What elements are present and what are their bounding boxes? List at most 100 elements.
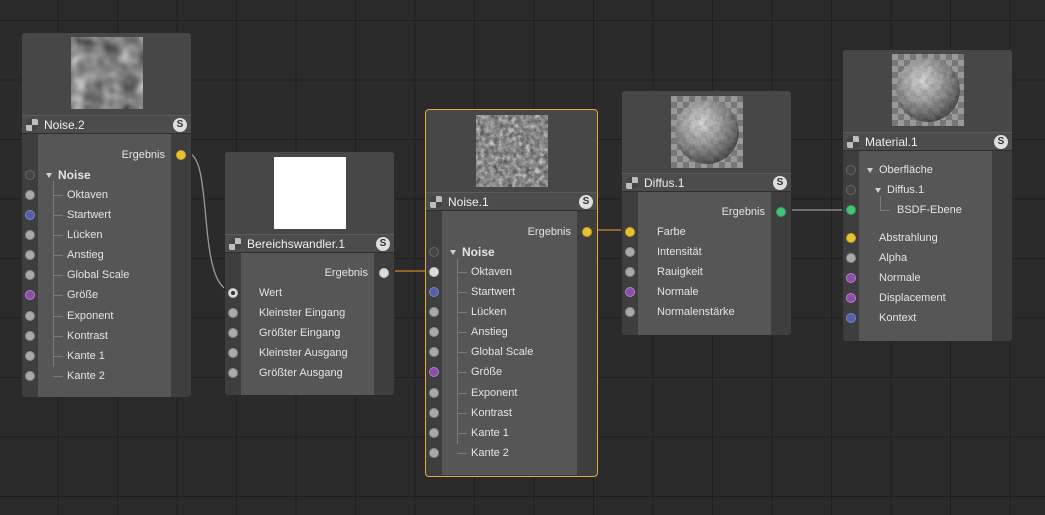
group-port[interactable]	[25, 170, 35, 180]
input-port[interactable]	[25, 331, 35, 341]
input-label: Kontrast	[471, 407, 512, 419]
input-port[interactable]	[25, 250, 35, 260]
input-port[interactable]	[625, 307, 635, 317]
input-port[interactable]	[25, 230, 35, 240]
input-port[interactable]	[429, 388, 439, 398]
node-title: Noise.2	[44, 117, 85, 132]
input-label: Normalenstärke	[657, 306, 735, 318]
output-port[interactable]	[776, 207, 786, 217]
input-label: Oktaven	[67, 189, 108, 201]
input-port[interactable]	[625, 247, 635, 257]
input-port[interactable]	[25, 311, 35, 321]
output-port[interactable]	[582, 227, 592, 237]
node-header[interactable]: Material.1 S	[843, 132, 1012, 151]
input-port[interactable]	[846, 273, 856, 283]
tree-label-oberflaeche: Oberfläche	[879, 164, 933, 176]
input-label: Größter Ausgang	[259, 367, 343, 379]
collapse-triangle-icon[interactable]	[875, 188, 881, 193]
solo-icon[interactable]: S	[376, 236, 390, 251]
collapse-triangle-icon[interactable]	[450, 250, 456, 255]
input-port[interactable]	[846, 205, 856, 215]
node-diffus-1[interactable]: Diffus.1 S Ergebnis Farbe Intensität Rau…	[621, 90, 792, 336]
input-port[interactable]	[625, 287, 635, 297]
output-label: Ergebnis	[721, 206, 765, 218]
tree-label-diffus: Diffus.1	[887, 184, 925, 196]
input-port[interactable]	[429, 327, 439, 337]
output-port[interactable]	[379, 268, 389, 278]
input-label: Intensität	[657, 246, 702, 258]
input-port[interactable]	[846, 253, 856, 263]
node-header[interactable]: Bereichswandler.1 S	[225, 234, 394, 253]
collapse-triangle-icon[interactable]	[867, 168, 873, 173]
node-header[interactable]: Noise.1 S	[426, 192, 597, 211]
input-label: Exponent	[471, 387, 518, 399]
input-port[interactable]	[228, 368, 238, 378]
texture-icon	[847, 135, 859, 148]
input-label: Global Scale	[67, 269, 130, 281]
input-port[interactable]	[429, 307, 439, 317]
input-port[interactable]	[625, 227, 635, 237]
input-port[interactable]	[625, 267, 635, 277]
texture-icon	[626, 176, 638, 189]
input-label: Global Scale	[471, 346, 534, 358]
group-port[interactable]	[846, 165, 856, 175]
node-noise-2[interactable]: Noise.2 S Ergebnis Noise Oktaven Startwe…	[21, 32, 192, 398]
group-label: Noise	[58, 168, 91, 182]
solo-icon[interactable]: S	[173, 117, 187, 132]
tree-label-bsdf: BSDF-Ebene	[897, 204, 962, 216]
input-port[interactable]	[228, 308, 238, 318]
input-label: Anstieg	[471, 326, 508, 338]
input-port[interactable]	[25, 270, 35, 280]
input-port[interactable]	[429, 428, 439, 438]
node-bereichswandler-1[interactable]: Bereichswandler.1 S Ergebnis Wert Kleins…	[224, 151, 395, 396]
group-port[interactable]	[846, 185, 856, 195]
input-label: Lücken	[471, 306, 507, 318]
node-title: Noise.1	[448, 194, 489, 209]
input-port[interactable]	[25, 290, 35, 300]
texture-icon	[26, 118, 38, 131]
input-port[interactable]	[846, 313, 856, 323]
input-port[interactable]	[429, 267, 439, 277]
input-label: Größe	[471, 366, 503, 378]
input-label: Lücken	[67, 229, 103, 241]
node-noise-1[interactable]: Noise.1 S Ergebnis Noise Oktaven Startwe…	[425, 109, 598, 477]
collapse-triangle-icon[interactable]	[46, 173, 52, 178]
input-label: Startwert	[471, 286, 516, 298]
group-label: Noise	[462, 245, 495, 259]
input-port[interactable]	[25, 210, 35, 220]
input-label: Displacement	[879, 292, 946, 304]
output-label: Ergebnis	[324, 267, 368, 279]
node-header[interactable]: Noise.2 S	[22, 115, 191, 134]
input-port[interactable]	[25, 190, 35, 200]
input-port[interactable]	[429, 347, 439, 357]
input-port[interactable]	[25, 351, 35, 361]
node-material-1[interactable]: Material.1 S Oberfläche Diffus.1 BSDF-Eb…	[842, 49, 1013, 342]
node-preview	[225, 152, 394, 234]
input-port[interactable]	[429, 448, 439, 458]
solo-icon[interactable]: S	[773, 175, 787, 190]
input-port[interactable]	[228, 288, 238, 298]
input-port[interactable]	[429, 287, 439, 297]
node-title: Diffus.1	[644, 175, 685, 190]
input-port[interactable]	[429, 367, 439, 377]
node-header[interactable]: Diffus.1 S	[622, 173, 791, 192]
input-port[interactable]	[846, 233, 856, 243]
solo-icon[interactable]: S	[994, 134, 1008, 149]
group-port[interactable]	[429, 247, 439, 257]
input-port[interactable]	[429, 408, 439, 418]
input-port[interactable]	[25, 371, 35, 381]
texture-icon	[229, 237, 241, 250]
input-label: Abstrahlung	[879, 232, 938, 244]
input-port[interactable]	[228, 328, 238, 338]
solo-icon[interactable]: S	[579, 194, 593, 209]
noise-preview-thumbnail	[70, 37, 143, 109]
input-label: Farbe	[657, 226, 686, 238]
input-port[interactable]	[228, 348, 238, 358]
output-port[interactable]	[176, 150, 186, 160]
input-port[interactable]	[846, 293, 856, 303]
input-label: Anstieg	[67, 249, 104, 261]
sphere-preview-thumbnail	[670, 96, 743, 168]
input-label: Normale	[657, 286, 699, 298]
input-label: Startwert	[67, 209, 112, 221]
input-label: Kleinster Ausgang	[259, 347, 348, 359]
